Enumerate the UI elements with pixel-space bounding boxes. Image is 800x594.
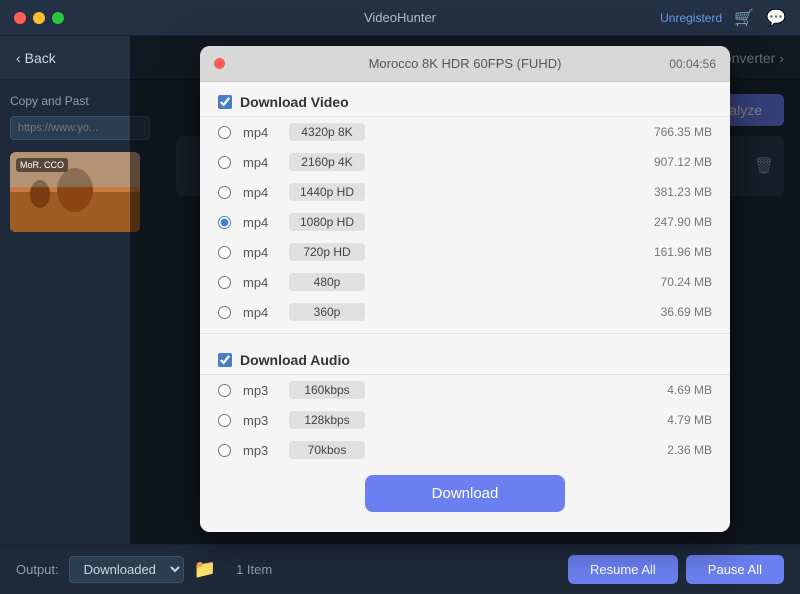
video-row: mp4 1440p HD 381.23 MB [200, 177, 730, 207]
audio-row: mp3 160kbps 4.69 MB [200, 375, 730, 405]
video-section-title: Download Video [240, 94, 349, 110]
format-size: 907.12 MB [642, 155, 712, 169]
minimize-button[interactable] [33, 12, 45, 24]
video-rows: mp4 4320p 8K 766.35 MB mp4 2160p 4K 907.… [200, 117, 730, 327]
video-radio-1[interactable] [218, 156, 231, 169]
pause-all-button[interactable]: Pause All [686, 555, 784, 584]
format-badge: 1440p HD [289, 183, 365, 201]
format-size: 766.35 MB [642, 125, 712, 139]
video-radio-3[interactable] [218, 216, 231, 229]
format-size: 381.23 MB [642, 185, 712, 199]
format-badge: 4320p 8K [289, 123, 365, 141]
video-section-checkbox[interactable] [218, 95, 232, 109]
video-section-header: Download Video [200, 82, 730, 117]
bottom-bar: Output: Downloaded 📁 1 Item Resume All P… [0, 544, 800, 594]
audio-section-header: Download Audio [200, 340, 730, 375]
format-type: mp4 [243, 155, 277, 170]
format-size: 2.36 MB [642, 443, 712, 457]
format-type: mp3 [243, 443, 277, 458]
thumbnail-card: MoR. CCO [10, 152, 140, 232]
audio-section-title: Download Audio [240, 352, 350, 368]
format-badge: 70kbos [289, 441, 365, 459]
section-divider [200, 333, 730, 334]
format-type: mp4 [243, 305, 277, 320]
title-bar: VideoHunter Unregisterd 🛒 💬 [0, 0, 800, 36]
back-label: Back [25, 50, 56, 66]
format-size: 36.69 MB [642, 305, 712, 319]
audio-section-checkbox[interactable] [218, 353, 232, 367]
close-button[interactable] [14, 12, 26, 24]
video-row: mp4 4320p 8K 766.35 MB [200, 117, 730, 147]
url-input[interactable] [10, 116, 150, 140]
format-badge: 128kbps [289, 411, 365, 429]
format-type: mp4 [243, 215, 277, 230]
item-count: 1 Item [236, 562, 272, 577]
audio-radio-1[interactable] [218, 414, 231, 427]
folder-icon[interactable]: 📁 [194, 559, 216, 580]
video-radio-2[interactable] [218, 186, 231, 199]
resume-all-button[interactable]: Resume All [568, 555, 678, 584]
app-title: VideoHunter [364, 10, 436, 25]
video-row: mp4 720p HD 161.96 MB [200, 237, 730, 267]
audio-radio-0[interactable] [218, 384, 231, 397]
format-badge: 720p HD [289, 243, 365, 261]
format-type: mp4 [243, 275, 277, 290]
download-button[interactable]: Download [365, 475, 565, 512]
video-row: mp4 2160p 4K 907.12 MB [200, 147, 730, 177]
title-bar-actions: Unregisterd 🛒 💬 [660, 8, 786, 28]
format-badge: 160kbps [289, 381, 365, 399]
cart-icon[interactable]: 🛒 [734, 8, 754, 28]
format-size: 161.96 MB [642, 245, 712, 259]
format-type: mp4 [243, 245, 277, 260]
dialog-title-text: Morocco 8K HDR 60FPS (FUHD) [369, 56, 562, 71]
traffic-lights [14, 12, 64, 24]
format-badge: 480p [289, 273, 365, 291]
dialog-close-icon [214, 58, 225, 69]
dialog: Morocco 8K HDR 60FPS (FUHD) 00:04:56 Dow… [200, 46, 730, 532]
video-radio-4[interactable] [218, 246, 231, 259]
output-label: Output: [16, 562, 59, 577]
video-radio-6[interactable] [218, 306, 231, 319]
audio-radio-2[interactable] [218, 444, 231, 457]
audio-row: mp3 128kbps 4.79 MB [200, 405, 730, 435]
unregistered-link[interactable]: Unregisterd [660, 11, 722, 25]
download-btn-row: Download [200, 465, 730, 516]
maximize-button[interactable] [52, 12, 64, 24]
output-select[interactable]: Downloaded [69, 556, 184, 583]
video-radio-0[interactable] [218, 126, 231, 139]
format-badge: 2160p 4K [289, 153, 365, 171]
video-radio-5[interactable] [218, 276, 231, 289]
format-size: 247.90 MB [642, 215, 712, 229]
dialog-overlay: Morocco 8K HDR 60FPS (FUHD) 00:04:56 Dow… [130, 36, 800, 544]
format-size: 70.24 MB [642, 275, 712, 289]
chat-icon[interactable]: 💬 [766, 8, 786, 28]
sidebar-section-title: Copy and Past [10, 94, 150, 108]
bottom-buttons: Resume All Pause All [568, 555, 784, 584]
audio-row: mp3 70kbos 2.36 MB [200, 435, 730, 465]
video-row: mp4 1080p HD 247.90 MB [200, 207, 730, 237]
format-type: mp4 [243, 125, 277, 140]
back-button[interactable]: ‹ Back [16, 50, 56, 66]
dialog-duration: 00:04:56 [669, 57, 716, 71]
thumbnail-label: MoR. CCO [16, 158, 68, 172]
format-badge: 360p [289, 303, 365, 321]
audio-rows: mp3 160kbps 4.69 MB mp3 128kbps 4.79 MB … [200, 375, 730, 465]
video-row: mp4 360p 36.69 MB [200, 297, 730, 327]
chevron-left-icon: ‹ [16, 50, 21, 66]
format-size: 4.69 MB [642, 383, 712, 397]
video-row: mp4 480p 70.24 MB [200, 267, 730, 297]
format-size: 4.79 MB [642, 413, 712, 427]
format-type: mp3 [243, 383, 277, 398]
format-type: mp4 [243, 185, 277, 200]
format-badge: 1080p HD [289, 213, 365, 231]
dialog-title-bar: Morocco 8K HDR 60FPS (FUHD) 00:04:56 [200, 46, 730, 82]
format-type: mp3 [243, 413, 277, 428]
dialog-body: Download Video mp4 4320p 8K 766.35 MB mp… [200, 82, 730, 532]
